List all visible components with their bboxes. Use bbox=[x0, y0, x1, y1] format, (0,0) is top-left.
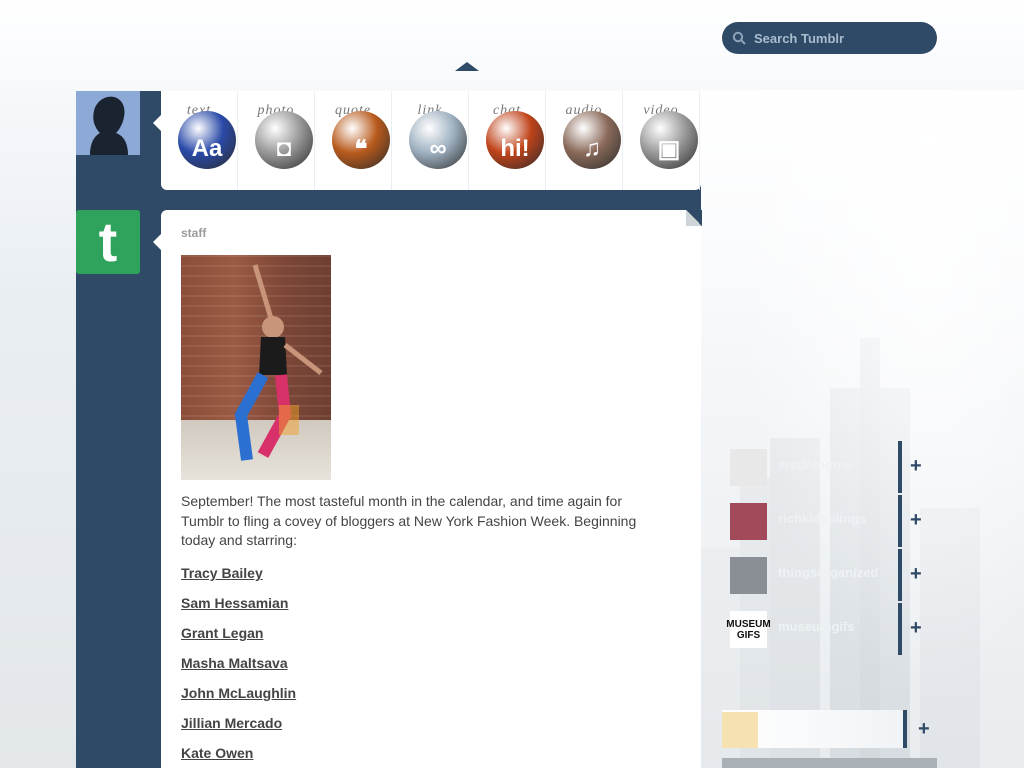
video-camera-icon: ▣ bbox=[640, 111, 698, 169]
dancer-figure bbox=[234, 264, 323, 461]
post-type-photo[interactable]: photo ◘ bbox=[238, 91, 315, 190]
papers-doing-normal-thumb bbox=[730, 449, 767, 486]
blogger-links: Tracy Bailey Sam Hessamian Grant Legan Mash… bbox=[181, 563, 296, 773]
recommended-blog-name: museumgifs bbox=[778, 619, 855, 634]
blog-thumbnail bbox=[722, 712, 758, 748]
camera-icon: ◘ bbox=[255, 111, 313, 169]
post-card: staff September! The most tasteful month… bbox=[153, 210, 702, 768]
recommended-blog[interactable]: richkidsplings + bbox=[728, 495, 933, 547]
follow-plus-icon[interactable]: + bbox=[910, 617, 922, 640]
post-photo[interactable] bbox=[181, 255, 331, 480]
staff-avatar[interactable]: t bbox=[76, 210, 140, 274]
museum-gifs-thumb: MUSEUM GIFS bbox=[726, 611, 771, 648]
blogger-link[interactable]: John McLaughlin bbox=[181, 683, 296, 713]
search-bar[interactable] bbox=[722, 22, 937, 54]
follow-plus-icon[interactable]: + bbox=[910, 509, 922, 532]
blogger-link[interactable]: Masha Maltsava bbox=[181, 653, 296, 683]
recommended-blog[interactable]: thingsorganized + bbox=[728, 549, 933, 601]
post-type-link[interactable]: link ∞ bbox=[392, 91, 469, 190]
blogger-link[interactable]: Tracy Bailey bbox=[181, 563, 296, 593]
post-fold-icon[interactable] bbox=[686, 210, 702, 226]
blogger-link[interactable]: Kate Owen bbox=[181, 743, 296, 773]
link-icon: ∞ bbox=[409, 111, 467, 169]
blogger-link[interactable]: Jillian Mercado bbox=[181, 713, 296, 743]
rich-kids-thumb bbox=[730, 503, 767, 540]
scroll-up-arrow-icon[interactable] bbox=[455, 62, 479, 71]
recommended-blog[interactable]: ersdoingnor + bbox=[728, 441, 933, 493]
post-author[interactable]: staff bbox=[181, 226, 206, 240]
chat-hi-icon: hi! bbox=[486, 111, 544, 169]
post-caption: September! The most tasteful month in th… bbox=[181, 493, 637, 548]
follow-plus-icon[interactable]: + bbox=[918, 718, 930, 741]
new-post-box: text Aa photo ◘ quote ❝ link ∞ chat hi! audio ♫ vide… bbox=[153, 91, 701, 190]
post-type-quote[interactable]: quote ❝ bbox=[315, 91, 392, 190]
blogger-link[interactable]: Grant Legan bbox=[181, 623, 296, 653]
text-aa-icon: Aa bbox=[178, 111, 236, 169]
search-input[interactable] bbox=[752, 29, 936, 47]
follow-plus-icon[interactable]: + bbox=[910, 563, 922, 586]
headphones-icon: ♫ bbox=[563, 111, 621, 169]
recommended-blog-partial[interactable] bbox=[722, 710, 907, 748]
post-type-video[interactable]: video ▣ bbox=[623, 91, 700, 190]
post-type-chat[interactable]: chat hi! bbox=[469, 91, 546, 190]
bottom-strip bbox=[722, 758, 937, 768]
silhouette-icon bbox=[76, 91, 140, 155]
background-cityscape bbox=[700, 90, 1024, 768]
user-avatar[interactable] bbox=[76, 91, 140, 155]
recommended-blog[interactable]: MUSEUM GIFS museumgifs + bbox=[726, 603, 933, 655]
post-type-text[interactable]: text Aa bbox=[161, 91, 238, 190]
recommended-blog-name: richkidsplings bbox=[778, 511, 867, 526]
things-organized-thumb bbox=[730, 557, 767, 594]
search-icon bbox=[732, 31, 746, 45]
blogger-link[interactable]: Sam Hessamian bbox=[181, 593, 296, 623]
post-type-audio[interactable]: audio ♫ bbox=[546, 91, 623, 190]
follow-plus-icon[interactable]: + bbox=[910, 455, 922, 478]
recommended-blog-name: thingsorganized bbox=[778, 565, 879, 580]
recommended-blog-name: ersdoingnor bbox=[778, 457, 854, 472]
quote-icon: ❝ bbox=[332, 111, 390, 169]
